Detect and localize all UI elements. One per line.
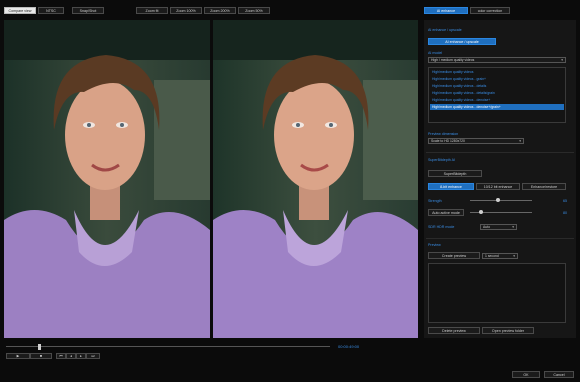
strength-knob[interactable] [496, 198, 500, 202]
tab-color-correction[interactable]: color correction [470, 7, 510, 14]
active-mode-slider[interactable] [470, 210, 532, 216]
step-forward-button[interactable]: ▸ [76, 353, 86, 359]
preview-dimension-label: Preview dimension [428, 132, 459, 136]
timeline-track [6, 346, 330, 347]
zoom-100-button[interactable]: Zoom 100% [170, 7, 202, 14]
tab-enhance-restore[interactable]: Enhance/restore [522, 183, 566, 190]
superbitdepth-label: SuperBitdepth AI [428, 158, 455, 162]
create-preview-button[interactable]: Create preview [428, 252, 480, 259]
tab-ai-enhance[interactable]: AI enhance [424, 7, 468, 14]
strength-track [470, 200, 532, 201]
chevron-down-icon: ▾ [513, 254, 515, 258]
enhanced-video-view[interactable] [213, 20, 418, 338]
ai-model-value: High / medium quality videos [431, 58, 475, 62]
skip-back-icon: ⏮ [59, 354, 63, 358]
tab-8bit-enhance[interactable]: 8-bit enhance [428, 183, 474, 190]
step-forward-icon: ▸ [80, 354, 82, 358]
ai-model-label: AI model [428, 51, 443, 55]
zoom-50-button[interactable]: Zoom 50% [238, 7, 270, 14]
tab-10-12bit-enhance[interactable]: 10/12 bit enhance [476, 183, 520, 190]
ok-button[interactable]: OK [512, 371, 540, 378]
snapshot-button[interactable]: Snap/Shot [72, 7, 104, 14]
chevron-down-icon: ▾ [512, 225, 514, 229]
zoom-200-button[interactable]: Zoom 200% [204, 7, 236, 14]
model-list[interactable]: High/medium quality videos High/medium q… [428, 67, 566, 123]
zoom-fit-button[interactable]: Zoom fit [136, 7, 168, 14]
divider [426, 152, 574, 153]
preview-list[interactable] [428, 263, 566, 323]
strength-label: Strength [428, 199, 442, 203]
chevron-down-icon: ▾ [519, 139, 521, 143]
timeline[interactable] [6, 344, 330, 350]
list-item[interactable]: High/medium quality videos - details [430, 83, 564, 89]
divider [426, 238, 574, 239]
delete-preview-button[interactable]: Delete preview [428, 327, 480, 334]
open-preview-folder-button[interactable]: Open preview folder [482, 327, 534, 334]
preview-dimension-value: Scale to HD 1280x720 [431, 139, 465, 143]
ai-enhance-upscale-button[interactable]: AI enhance / upscale [428, 38, 496, 45]
play-icon: ▶ [16, 354, 20, 358]
step-end-button[interactable]: ⏭ [86, 353, 100, 359]
ntsc-button[interactable]: NTSC [38, 7, 64, 14]
auto-active-mode-button[interactable]: Auto active mode [428, 209, 464, 216]
compare-view-button[interactable]: Compare view [4, 7, 36, 14]
strength-value: 65 [563, 199, 567, 203]
step-back-button[interactable]: ◂ [66, 353, 76, 359]
original-video-view[interactable] [4, 20, 210, 338]
original-frame-image [4, 20, 210, 338]
enhanced-frame-image [213, 20, 418, 338]
list-item[interactable]: High/medium quality videos - details/gra… [430, 90, 564, 96]
ai-model-select[interactable]: High / medium quality videos ▾ [428, 57, 566, 63]
timecode: 00:00:49:00 [338, 344, 360, 349]
play-button[interactable]: ▶ [6, 353, 30, 359]
step-back-icon: ◂ [70, 354, 72, 358]
list-item-selected[interactable]: High/medium quality videos - denoise+/gr… [430, 104, 564, 110]
superbitdepth-button[interactable]: SuperBitdepth [428, 170, 482, 177]
sdr-hdr-label: SDR HDR mode [428, 225, 455, 229]
cancel-button[interactable]: Cancel [544, 371, 574, 378]
stop-button[interactable]: ■ [30, 353, 52, 359]
sdr-hdr-value: Auto [483, 225, 490, 229]
ai-section-title: AI enhance / upscale [428, 28, 462, 32]
sdr-hdr-select[interactable]: Auto ▾ [480, 224, 517, 230]
preview-dimension-select[interactable]: Scale to HD 1280x720 ▾ [428, 138, 524, 144]
timeline-playhead[interactable] [38, 344, 41, 350]
list-item[interactable]: High/medium quality videos - denoise+ [430, 97, 564, 103]
list-item[interactable]: High/medium quality videos [430, 69, 564, 75]
preview-label: Preview [428, 243, 441, 247]
preview-duration-select[interactable]: 1 second ▾ [482, 253, 518, 259]
active-mode-value: 80 [563, 211, 567, 215]
strength-slider[interactable] [470, 198, 532, 204]
step-start-button[interactable]: ⏮ [56, 353, 66, 359]
preview-duration-value: 1 second [485, 254, 499, 258]
chevron-down-icon: ▾ [561, 58, 563, 62]
list-item[interactable]: High/medium quality videos - grain+ [430, 76, 564, 82]
skip-forward-icon: ⏭ [91, 354, 95, 358]
stop-icon: ■ [39, 354, 43, 358]
active-mode-knob[interactable] [479, 210, 483, 214]
